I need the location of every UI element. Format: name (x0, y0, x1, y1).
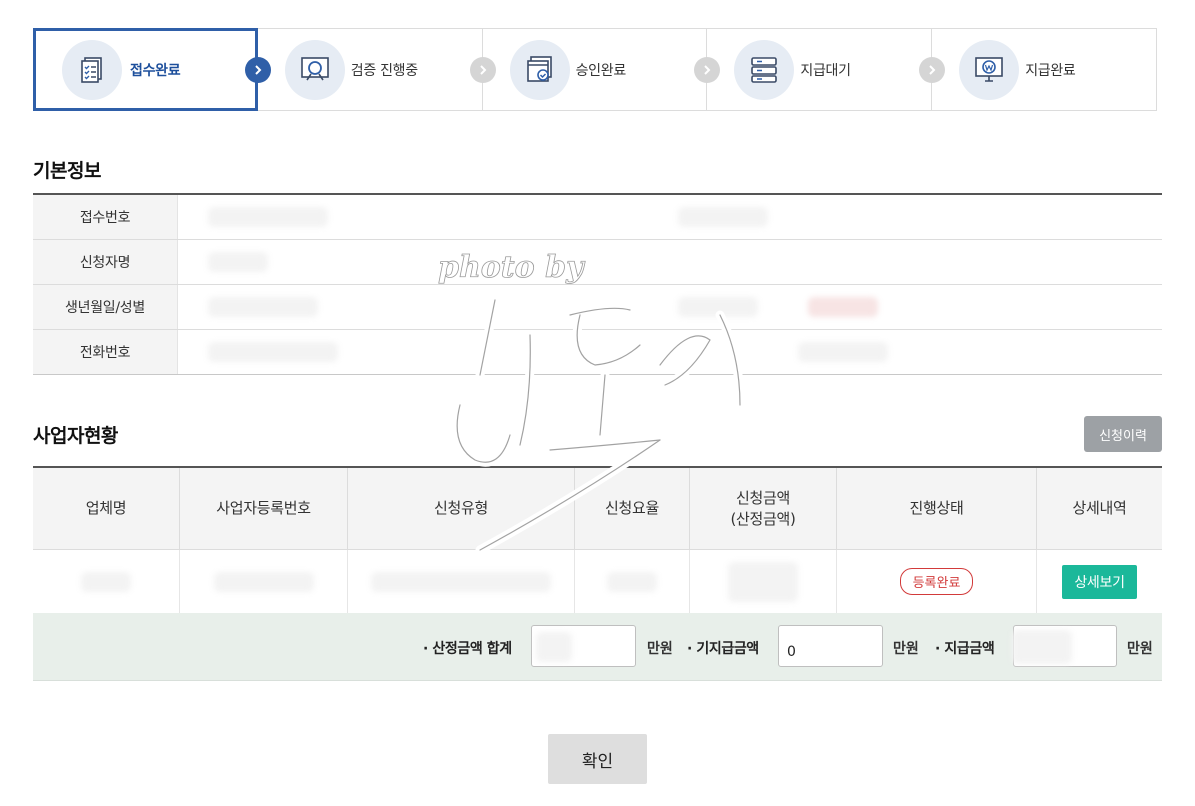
chevron-right-icon (694, 56, 721, 83)
cell-redacted (180, 550, 348, 613)
chevron-right-icon (244, 56, 271, 83)
business-table: 업체명 사업자등록번호 신청유형 신청요율 신청금액 (산정금액) 진행상태 상… (33, 466, 1162, 614)
calc-total-field[interactable] (531, 625, 636, 667)
step-approved: 승인완료 (483, 29, 721, 110)
column-header: 업체명 (33, 468, 180, 549)
amount-summary-row: · 산정금액 합계 만원 · 기지급금액 0 만원 · 지급금액 만원 (33, 613, 1162, 681)
approved-window-icon (509, 39, 570, 100)
column-header: 신청유형 (348, 468, 575, 549)
cell-redacted (690, 550, 837, 613)
cell-redacted (348, 550, 575, 613)
calc-total-label: · 산정금액 합계 (423, 641, 512, 657)
info-row-phone: 전화번호 (33, 330, 1162, 375)
document-list-icon (62, 39, 122, 100)
basic-info-title: 기본정보 (33, 160, 101, 182)
cell-redacted (33, 550, 180, 613)
prepaid-label: · 기지급금액 (687, 641, 759, 657)
step-label: 지급완료 (1025, 62, 1076, 79)
info-value-redacted (178, 285, 1162, 329)
magnifier-icon (284, 39, 345, 100)
confirm-button[interactable]: 확인 (548, 734, 647, 784)
info-value-redacted (178, 330, 1162, 374)
info-value-redacted (178, 240, 1162, 284)
prepaid-unit: 만원 (893, 641, 919, 657)
column-header: 사업자등록번호 (180, 468, 348, 549)
view-detail-button[interactable]: 상세보기 (1062, 564, 1137, 599)
application-history-button[interactable]: 신청이력 (1084, 416, 1162, 452)
monitor-won-icon (959, 39, 1020, 100)
progress-steps: 접수완료 검증 진행중 승인완료 지급대기 지급완료 (33, 28, 1157, 111)
status-cell: 등록완료 (837, 550, 1037, 613)
column-header: 상세내역 (1072, 499, 1127, 517)
info-label: 신청자명 (33, 240, 178, 284)
info-label: 접수번호 (33, 195, 178, 239)
business-status-title: 사업자현황 (33, 425, 118, 447)
column-header: 신청금액 (산정금액) (690, 468, 837, 549)
pay-amount-unit: 만원 (1127, 641, 1153, 657)
status-badge: 등록완료 (899, 568, 974, 595)
table-header: 업체명 사업자등록번호 신청유형 신청요율 신청금액 (산정금액) 진행상태 상… (33, 468, 1162, 550)
chevron-right-icon (919, 56, 946, 83)
table-row: 등록완료 상세보기 (33, 550, 1162, 614)
calc-total-unit: 만원 (647, 641, 673, 657)
pay-amount-label: · 지급금액 (935, 641, 995, 657)
step-label: 지급대기 (800, 62, 851, 79)
basic-info-table: 접수번호 신청자명 생년월일/성별 전화번호 (33, 193, 1162, 375)
info-row-birth-gender: 생년월일/성별 (33, 285, 1162, 330)
cell-redacted (575, 550, 690, 613)
detail-cell: 상세보기 (1037, 550, 1162, 613)
prepaid-amount-field[interactable]: 0 (778, 625, 883, 667)
step-payment-pending: 지급대기 (707, 29, 946, 110)
step-received: 접수완료 (33, 28, 271, 111)
step-label: 검증 진행중 (350, 62, 418, 79)
step-label: 접수완료 (130, 62, 181, 79)
info-label: 생년월일/성별 (33, 285, 178, 329)
step-label: 승인완료 (575, 62, 627, 79)
info-value-redacted (178, 195, 1162, 239)
pay-amount-field[interactable] (1012, 625, 1117, 667)
info-row-receipt-number: 접수번호 (33, 195, 1162, 240)
column-header: 신청요율 (575, 468, 690, 549)
server-stack-icon (734, 39, 795, 100)
info-label: 전화번호 (33, 330, 178, 374)
step-verifying: 검증 진행중 (258, 29, 496, 110)
column-header: 진행상태 (837, 468, 1037, 549)
step-paid: 지급완료 (932, 29, 1156, 110)
info-row-applicant-name: 신청자명 (33, 240, 1162, 285)
chevron-right-icon (469, 56, 496, 83)
